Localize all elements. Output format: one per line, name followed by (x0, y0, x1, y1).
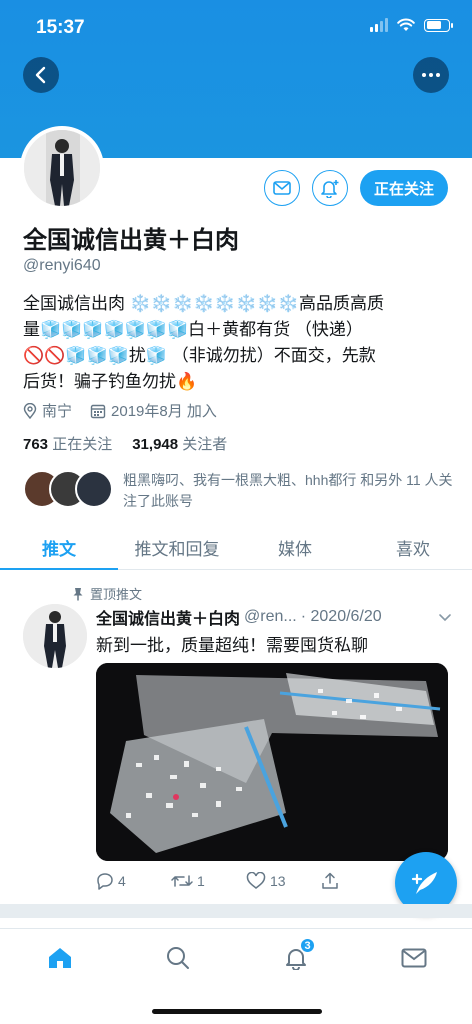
back-button[interactable] (23, 57, 59, 93)
share-button[interactable] (321, 872, 396, 890)
home-indicator (152, 1009, 322, 1014)
following-label: 正在关注 (52, 436, 113, 453)
followed-by-text: 粗黑嗨叼、我有一根黑大粗、hhh都行 和另外 11 人关注了此账号 (123, 472, 453, 509)
status-icons (370, 18, 453, 32)
tab-media[interactable]: 媒体 (236, 526, 354, 569)
more-button[interactable] (413, 57, 449, 93)
follow-stats: 763 正在关注 31,948 关注者 (23, 433, 227, 454)
home-icon (49, 948, 71, 968)
profile-tabs: 推文 推文和回复 媒体 喜欢 (0, 526, 472, 570)
status-time: 15:37 (36, 17, 85, 38)
tab-tweets-replies[interactable]: 推文和回复 (118, 526, 236, 569)
followers-label: 关注者 (182, 436, 228, 453)
profile-bio: 全国诚信出肉 ❄️❄️❄️❄️❄️❄️❄️❄️高品质高质 量🧊🧊🧊🧊🧊🧊🧊白＋黄… (23, 291, 453, 395)
feed-separator (0, 904, 472, 918)
mail-icon (273, 181, 291, 195)
nav-notifications[interactable]: 3 (276, 937, 316, 973)
notify-button[interactable] (312, 170, 348, 206)
tweet-author-name[interactable]: 全国诚信出黄＋白肉 (96, 605, 240, 629)
followers-link[interactable]: 31,948 关注者 (132, 433, 227, 454)
tweet-date: · 2020/6/20 (300, 608, 382, 625)
bio-line: 全国诚信出肉 ❄️❄️❄️❄️❄️❄️❄️❄️高品质高质 (23, 294, 385, 313)
reply-button[interactable]: 4 (96, 872, 171, 890)
retweet-icon (171, 875, 193, 887)
pinned-label: 置顶推文 (90, 587, 143, 602)
following-count: 763 (23, 436, 49, 453)
location-text: 南宁 (42, 403, 73, 420)
pinned-indicator: 置顶推文 (72, 584, 142, 603)
message-button[interactable] (264, 170, 300, 206)
calendar-icon (90, 404, 106, 418)
join-date: 2019年8月 加入 (90, 400, 217, 421)
signal-icon (370, 18, 388, 32)
tweet-header: 全国诚信出黄＋白肉 @ren... · 2020/6/20 (96, 605, 456, 629)
tweet-avatar[interactable] (23, 604, 87, 668)
like-count: 13 (270, 873, 286, 889)
tab-likes[interactable]: 喜欢 (354, 526, 472, 569)
avatar (75, 470, 113, 508)
retweet-button[interactable]: 1 (171, 873, 246, 889)
following-link[interactable]: 763 正在关注 (23, 433, 112, 454)
followed-by[interactable]: 粗黑嗨叼、我有一根黑大粗、hhh都行 和另外 11 人关注了此账号 (23, 470, 453, 512)
profile-name: 全国诚信出黄＋白肉 (23, 227, 239, 254)
reply-count: 4 (118, 873, 126, 889)
wifi-icon (397, 18, 415, 31)
like-button[interactable]: 13 (246, 872, 321, 890)
bio-line: 量🧊🧊🧊🧊🧊🧊🧊白＋黄都有货 （快递） (23, 320, 363, 339)
retweet-count: 1 (197, 873, 205, 889)
tweet-text: 新到一批，质量超纯！需要囤货私聊 (96, 636, 368, 655)
back-icon (35, 66, 46, 84)
tab-tweets[interactable]: 推文 (0, 526, 118, 570)
tweet-author-handle[interactable]: @ren... (244, 608, 297, 626)
profile-meta: 南宁 2019年8月 加入 (23, 400, 235, 421)
pin-icon (73, 587, 83, 600)
compose-icon (411, 872, 437, 894)
tweet-image[interactable] (96, 663, 448, 861)
notification-badge: 3 (299, 937, 316, 954)
bell-plus-icon (321, 180, 339, 198)
join-date-text: 2019年8月 加入 (111, 403, 217, 420)
follower-avatars (23, 470, 115, 510)
battery-icon (424, 18, 453, 32)
more-icon (422, 73, 440, 77)
reply-icon (97, 873, 113, 890)
bio-line: 🚫🚫🧊🧊🧊扰🧊 （非诚勿扰）不面交，先款 (23, 346, 376, 365)
bio-line: 后货！骗子钓鱼勿扰🔥 (23, 372, 198, 391)
nav-home[interactable] (40, 943, 80, 973)
following-button[interactable]: 正在关注 (360, 170, 448, 206)
share-icon (322, 872, 338, 889)
heart-icon (246, 872, 266, 889)
location-icon (23, 402, 37, 419)
profile-avatar[interactable] (20, 126, 104, 210)
location: 南宁 (23, 400, 72, 421)
tweet-menu-button[interactable] (438, 610, 452, 628)
tweet-actions: 4 1 13 (96, 872, 396, 890)
chevron-down-icon (439, 614, 451, 622)
followers-count: 31,948 (132, 436, 179, 453)
search-icon (167, 947, 189, 969)
nav-search[interactable] (158, 943, 198, 973)
mail-icon (401, 948, 427, 968)
nav-messages[interactable] (394, 943, 434, 973)
profile-handle: @renyi640 (23, 257, 101, 274)
